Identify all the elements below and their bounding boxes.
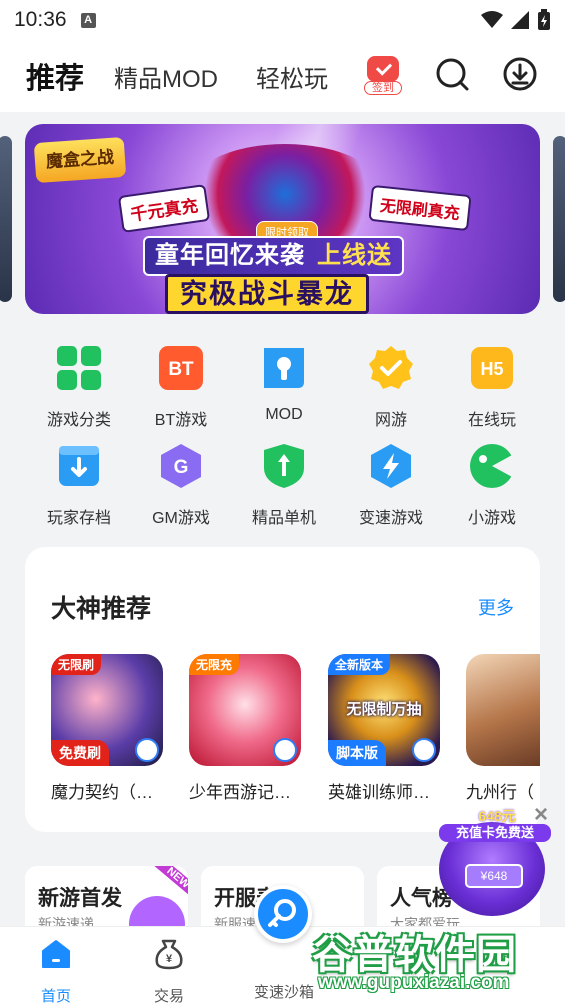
game-item[interactable]: 无限刷 免费刷 魔力契约（…: [51, 654, 163, 803]
download-icon[interactable]: [502, 56, 538, 92]
gm-icon: G: [161, 444, 201, 488]
ad-card: ¥648: [465, 864, 523, 888]
banner-headline: 童年回忆来袭 上线送: [143, 236, 404, 276]
home-icon: [42, 940, 70, 968]
tab-home[interactable]: 首页: [16, 937, 96, 1004]
banner-slide[interactable]: 魔盒之战 千元真充 无限刷真充 限时领取 童年回忆来袭 上线送 究极战斗暴龙: [25, 124, 540, 314]
search-icon[interactable]: [434, 56, 470, 92]
quick-link-speed[interactable]: 变速游戏: [341, 442, 441, 528]
banner-logo: 魔盒之战: [33, 136, 127, 184]
game-name: 少年西游记…: [189, 783, 291, 802]
key-icon: [273, 738, 297, 762]
tab-label: 首页: [40, 988, 71, 1004]
quick-link-gm[interactable]: G GM游戏: [131, 442, 231, 528]
top-nav: 推荐 精品MOD 轻松玩 签到: [0, 40, 565, 112]
game-name: 魔力契约（…: [51, 783, 153, 802]
game-icon: 无限充: [189, 654, 301, 766]
key-icon: [268, 899, 296, 927]
signin-button[interactable]: 签到: [364, 54, 402, 96]
speed-icon: [371, 444, 411, 488]
quick-link-online[interactable]: 网游: [341, 344, 441, 430]
grid-icon: [57, 346, 101, 390]
quick-link-label: 游戏分类: [46, 412, 111, 429]
quick-link-label: 变速游戏: [358, 510, 423, 527]
game-icon: 全新版本 无限制万抽 脚本版: [328, 654, 440, 766]
ad-amount: 648元: [478, 808, 516, 824]
game-item[interactable]: 九州行（: [466, 654, 540, 803]
quick-link-label: 网游: [374, 412, 407, 429]
wifi-icon: [481, 11, 503, 28]
watermark: 谷普软件园 www.gupuxiazai.com: [312, 920, 562, 1000]
svg-text:BT: BT: [168, 359, 194, 380]
quick-link-bt[interactable]: BT BT游戏: [131, 344, 231, 430]
online-icon: [369, 346, 413, 389]
recommend-more-link[interactable]: 更多: [478, 594, 514, 620]
tab-mod[interactable]: 精品MOD: [114, 59, 218, 94]
signal-icon: [511, 11, 529, 29]
status-time: 10:36: [14, 8, 67, 31]
game-name: 英雄训练师…: [328, 783, 430, 802]
h5-icon: H5: [471, 347, 513, 389]
quick-link-label: 在线玩: [467, 412, 516, 429]
notification-badge: A: [80, 12, 96, 28]
floating-ad[interactable]: 648元 充值卡免费送 ¥648 ×: [437, 803, 551, 916]
quick-link-label: 玩家存档: [46, 510, 111, 527]
tab-recommend[interactable]: 推荐: [26, 55, 84, 97]
battery-icon: [538, 9, 550, 30]
game-art-text: 无限制万抽: [346, 701, 422, 718]
quick-link-label: GM游戏: [152, 510, 210, 527]
banner-tag-right: 无限刷真充: [368, 184, 472, 232]
quick-link-label: BT游戏: [154, 412, 208, 429]
mod-icon: [264, 348, 304, 388]
recommend-card: 大神推荐 更多 无限刷 免费刷 魔力契约（… 无限充 少年西游记… 全新版本 无…: [25, 547, 540, 832]
bt-icon: BT: [159, 346, 203, 390]
banner-prev-peek[interactable]: [0, 136, 12, 302]
game-icon: 无限刷 免费刷: [51, 654, 163, 766]
quick-link-label: 精品单机: [251, 510, 316, 527]
calendar-check-icon: [367, 56, 399, 82]
banner-tag-left: 千元真充: [117, 184, 211, 233]
quick-link-h5[interactable]: H5 在线玩: [442, 344, 542, 430]
signin-label: 签到: [364, 81, 402, 95]
single-icon: [264, 444, 304, 488]
key-icon: [135, 738, 159, 762]
banner-carousel[interactable]: 魔盒之战 千元真充 无限刷真充 限时领取 童年回忆来袭 上线送 究极战斗暴龙: [0, 124, 565, 314]
game-item[interactable]: 全新版本 无限制万抽 脚本版 英雄训练师…: [328, 654, 440, 803]
status-bar: 10:36 A: [0, 0, 565, 40]
archive-icon: [59, 446, 99, 486]
svg-text:H5: H5: [480, 359, 503, 379]
money-bag-icon: ¥: [155, 939, 183, 970]
game-name: 九州行（: [466, 783, 534, 802]
game-item[interactable]: 无限充 少年西游记…: [189, 654, 301, 803]
tab-label: 交易: [153, 988, 184, 1004]
quick-link-label: MOD: [265, 406, 303, 423]
recommend-title: 大神推荐: [51, 595, 152, 623]
key-icon: [412, 738, 436, 762]
promo-title: 新游首发: [38, 887, 122, 910]
watermark-url: www.gupuxiazai.com: [318, 972, 510, 993]
banner-headline-2: 究极战斗暴龙: [165, 274, 369, 314]
quick-link-mini-game[interactable]: 小游戏: [442, 442, 542, 528]
game-icon: [466, 654, 540, 766]
speed-sandbox-button[interactable]: [254, 885, 312, 943]
quick-link-archive[interactable]: 玩家存档: [29, 442, 129, 528]
quick-link-single[interactable]: 精品单机: [234, 442, 334, 528]
quick-link-category[interactable]: 游戏分类: [29, 344, 129, 430]
quick-link-mod[interactable]: MOD: [234, 344, 334, 424]
tab-easy-play[interactable]: 轻松玩: [256, 59, 328, 94]
close-icon[interactable]: ×: [531, 803, 551, 827]
quick-link-label: 小游戏: [467, 510, 516, 527]
svg-text:G: G: [174, 457, 189, 478]
svg-text:¥: ¥: [166, 953, 173, 965]
banner-next-peek[interactable]: [553, 136, 565, 302]
mini-game-icon: [470, 444, 514, 488]
tab-trade[interactable]: ¥ 交易: [129, 937, 209, 1004]
